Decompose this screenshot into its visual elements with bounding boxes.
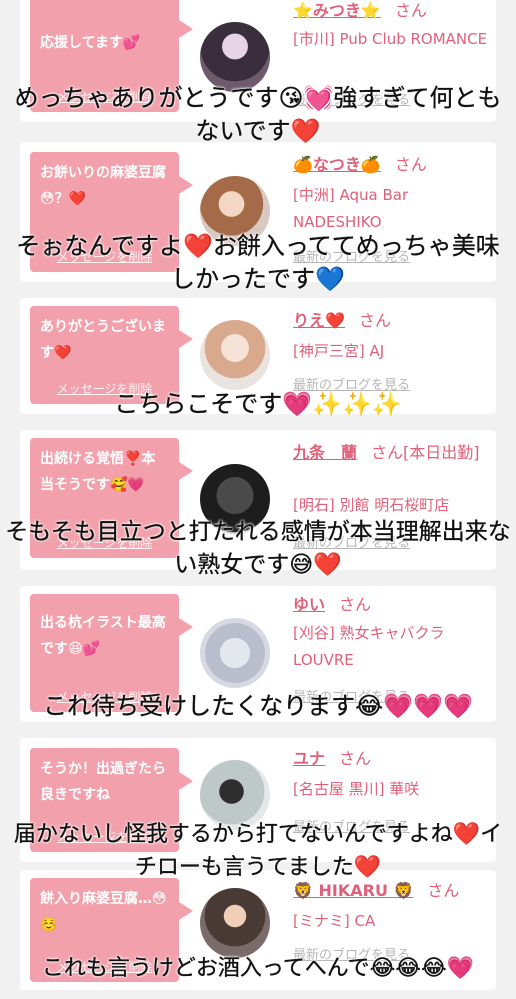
shop-name: [中洲] Aqua Bar NADESHIKO	[293, 186, 409, 231]
overlay-caption: 届かないし怪我するから打てないんですよね❤️イチローも言うてました❤️	[13, 822, 503, 880]
honorific: さん	[394, 155, 427, 174]
message-text: お餅いりの麻婆豆腐😳？❤️	[40, 165, 166, 207]
honorific: さん	[394, 1, 427, 20]
sender-name-link[interactable]: 九条 蘭	[293, 443, 357, 462]
honorific: さん	[339, 595, 372, 614]
shop-name: [ミナミ] CA	[293, 912, 376, 930]
message-text: 出る杭イラスト最高です😆💕	[40, 615, 166, 657]
sender-name-row: りえ❤️ さん	[293, 310, 391, 332]
honorific: さん	[339, 749, 372, 768]
message-text: ありがとうございます❤️	[40, 319, 166, 361]
sender-name-row: 🍊なつき🍊 さん	[293, 154, 427, 176]
shop-name: [神戸三宮] AJ	[293, 342, 385, 360]
sender-name-link[interactable]: りえ❤️	[293, 311, 345, 330]
message-text: 餅入り麻婆豆腐…😳☺️	[40, 891, 167, 933]
sender-name-link[interactable]: ユナ	[293, 749, 325, 768]
avatar[interactable]	[200, 618, 270, 688]
shop-name: [名古屋 黒川] 華咲	[293, 780, 420, 798]
avatar[interactable]	[200, 320, 270, 390]
sender-name-link[interactable]: 🍊なつき🍊	[293, 155, 381, 174]
sender-name-link[interactable]: ゆい	[293, 595, 325, 614]
overlay-caption: めっちゃありがとうです😘💓強すぎて何ともないです❤️	[14, 84, 502, 145]
sender-name-row: ゆい さん	[293, 594, 371, 616]
overlay-caption: これ待ち受けしたくなります😂💗💗💗	[43, 692, 473, 720]
sender-name-row: ⭐️みつき⭐️ さん	[293, 0, 427, 22]
message-text: そうか！出過ぎたら良きですね	[40, 761, 166, 803]
message-text: 応援してます💕	[40, 35, 141, 51]
work-status: [本日出勤]	[403, 443, 480, 462]
sender-name-link[interactable]: ⭐️みつき⭐️	[293, 1, 381, 20]
honorific: さん	[358, 311, 391, 330]
shop-name: [刈谷] 熟女キャバクラ LOUVRE	[293, 624, 445, 669]
honorific: さん	[371, 443, 404, 462]
shop-name: [市川] Pub Club ROMANCE	[293, 30, 488, 48]
avatar[interactable]	[200, 888, 270, 958]
message-text: 出続ける覚悟❣️本当そうです🥰💗	[40, 451, 156, 493]
overlay-caption: そぉなんですよ❤️お餅入っててめっちゃ美味しかったです💙	[16, 232, 500, 293]
sender-name-row: ユナ さん	[293, 748, 371, 770]
overlay-caption: そもそも目立つと打たれる感情が本当理解出来ない熟女です😅❤️	[5, 519, 511, 578]
overlay-caption: これも言うけどお酒入ってへんで😂😂😂💗	[41, 956, 475, 981]
overlay-caption: こちらこそです💗✨✨✨	[114, 390, 402, 418]
sender-name-row: 九条 蘭さん[本日出勤]	[293, 440, 493, 466]
shop-name: [明石] 別館 明石桜町店	[293, 496, 450, 514]
